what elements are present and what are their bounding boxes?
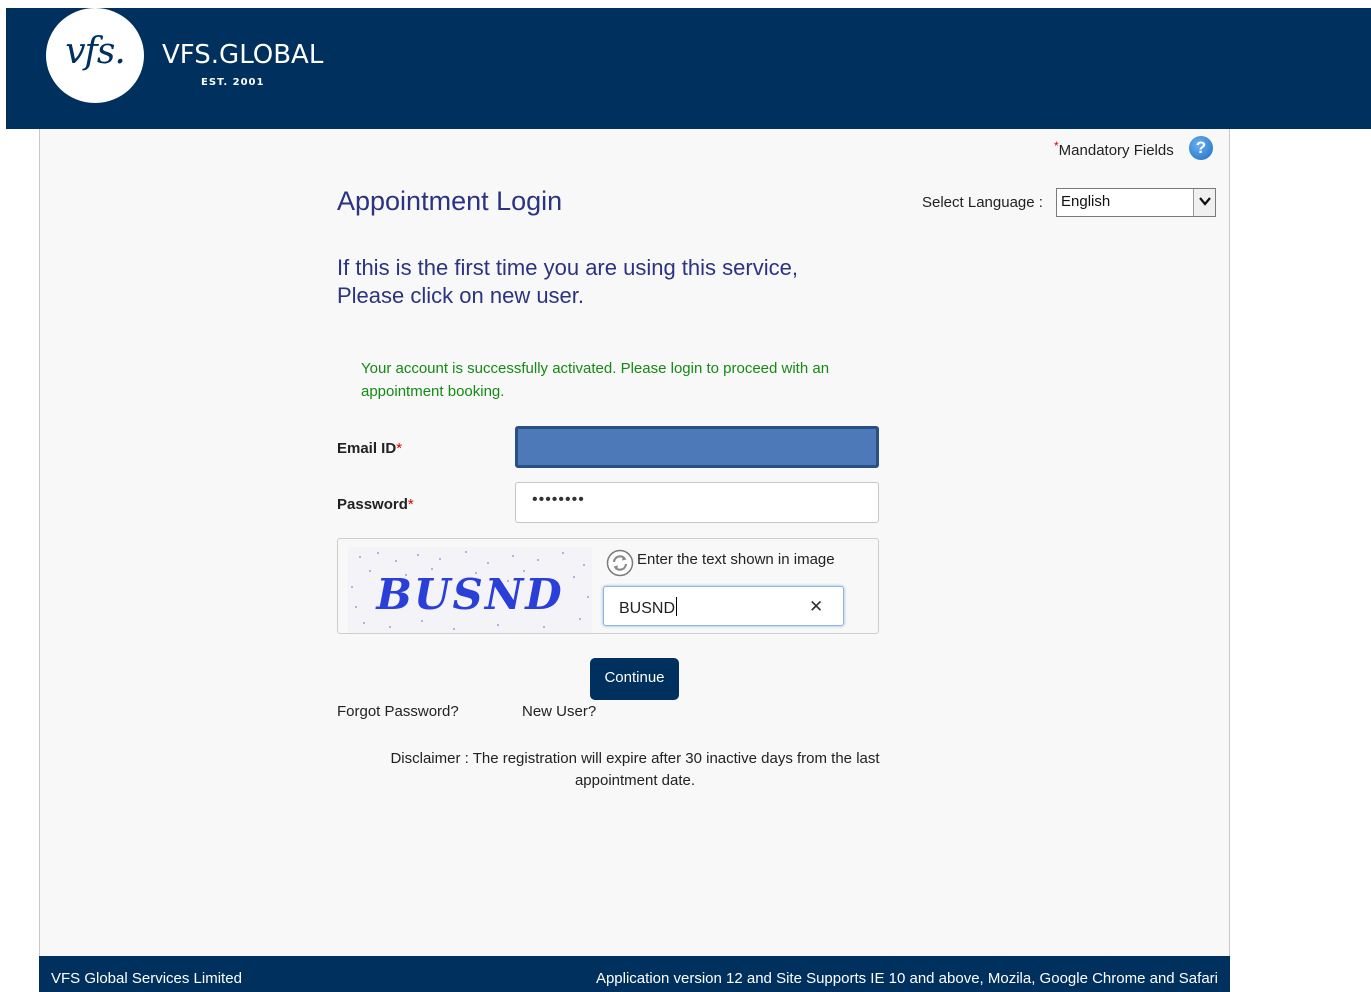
language-select[interactable]: English	[1056, 188, 1216, 217]
footer-version-info: Application version 12 and Site Supports…	[595, 970, 1218, 987]
captcha-text: BUSND	[375, 570, 563, 619]
mandatory-label: Mandatory Fields	[1058, 142, 1174, 159]
email-label: Email ID*	[337, 440, 402, 457]
email-field[interactable]	[515, 426, 879, 468]
captcha-image: BUSND	[348, 547, 592, 633]
text-caret	[676, 597, 678, 616]
brand-established: EST. 2001	[201, 77, 265, 88]
language-label: Select Language :	[922, 194, 1043, 211]
header-bar: vfs. VFS.GLOBAL EST. 2001	[6, 8, 1371, 129]
email-label-text: Email ID	[337, 440, 397, 457]
intro-line-2: Please click on new user.	[337, 283, 585, 308]
refresh-icon[interactable]	[606, 549, 634, 577]
login-panel: *Mandatory Fields ? Appointment Login Se…	[39, 129, 1230, 992]
new-user-link[interactable]: New User?	[522, 703, 596, 720]
footer-company: VFS Global Services Limited	[51, 970, 242, 987]
footer-bar: VFS Global Services Limited Application …	[39, 956, 1230, 992]
password-label: Password*	[337, 496, 414, 513]
chevron-down-icon[interactable]	[1193, 189, 1215, 216]
mandatory-note: *Mandatory Fields	[1054, 139, 1174, 159]
brand-name: VFS.GLOBAL	[162, 40, 324, 70]
captcha-input[interactable]: BUSND ✕	[603, 586, 844, 626]
captcha-hint: Enter the text shown in image	[637, 551, 835, 568]
page: vfs. VFS.GLOBAL EST. 2001 *Mandatory Fie…	[0, 0, 1371, 992]
language-selected-value: English	[1061, 193, 1111, 210]
intro-text: If this is the first time you are using …	[337, 254, 897, 310]
captcha-box: BUSND Enter the text shown in image BUSN…	[337, 538, 879, 634]
required-star: *	[1054, 139, 1059, 153]
intro-line-1: If this is the first time you are using …	[337, 255, 798, 280]
clear-icon[interactable]: ✕	[809, 597, 823, 617]
disclaimer-text: Disclaimer : The registration will expir…	[390, 750, 880, 789]
logo-mark: vfs.	[65, 31, 126, 72]
question-circle-icon[interactable]: ?	[1189, 136, 1213, 160]
forgot-password-link[interactable]: Forgot Password?	[337, 703, 459, 720]
continue-button[interactable]: Continue	[590, 658, 679, 700]
vfs-logo[interactable]: vfs.	[46, 8, 144, 103]
required-star: *	[396, 440, 403, 457]
page-title: Appointment Login	[337, 186, 563, 216]
required-star: *	[407, 496, 414, 513]
success-message: Your account is successfully activated. …	[361, 360, 830, 400]
captcha-value: BUSND	[619, 597, 678, 618]
password-label-text: Password	[337, 496, 408, 513]
captcha-value-text: BUSND	[619, 600, 676, 617]
password-field[interactable]: ••••••••	[515, 482, 879, 523]
